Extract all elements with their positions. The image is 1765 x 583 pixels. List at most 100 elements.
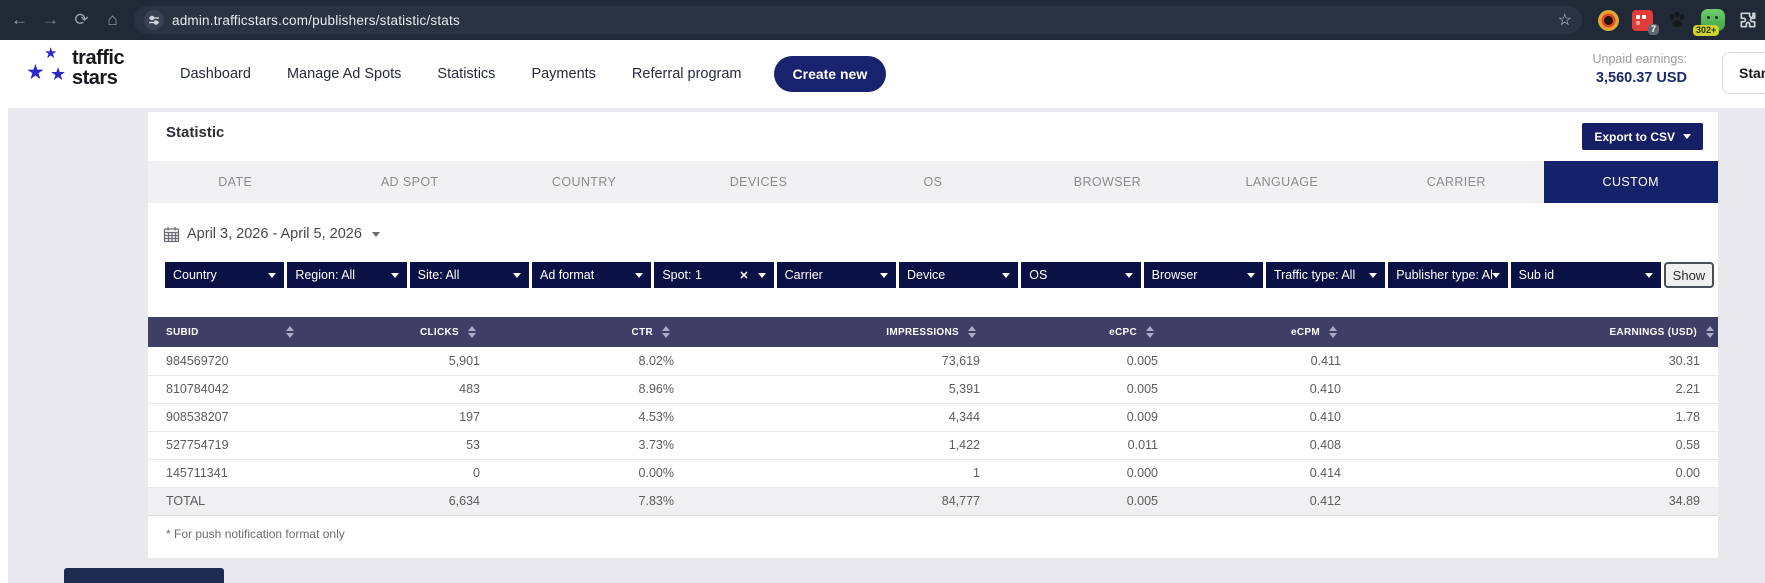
value-cell: 53 <box>298 431 480 459</box>
create-new-button[interactable]: Create new <box>774 56 887 92</box>
filter-label: Spot: 1 <box>662 268 739 282</box>
tab-date[interactable]: DATE <box>148 161 322 203</box>
chevron-down-icon <box>1645 273 1653 278</box>
tab-country[interactable]: COUNTRY <box>497 161 671 203</box>
extension-green-icon[interactable]: 302+ <box>1701 9 1725 31</box>
filter-device[interactable]: Device <box>899 262 1018 288</box>
value-cell: 0.00 <box>1341 459 1718 487</box>
filter-browser[interactable]: Browser <box>1144 262 1263 288</box>
column-header-impressions[interactable]: IMPRESSIONS <box>674 317 980 347</box>
partial-bottom-bar <box>64 568 224 583</box>
tab-carrier[interactable]: CARRIER <box>1369 161 1543 203</box>
home-icon[interactable]: ⌂ <box>97 5 128 36</box>
nav-item-dashboard[interactable]: Dashboard <box>180 66 251 82</box>
tab-language[interactable]: LANGUAGE <box>1195 161 1369 203</box>
total-value-cell: 0.412 <box>1158 487 1341 515</box>
chevron-down-icon <box>1002 273 1010 278</box>
chevron-down-icon <box>513 273 521 278</box>
subid-cell: 527754719 <box>148 431 298 459</box>
table-body: 9845697205,9018.02%73,6190.0050.41130.31… <box>148 347 1718 515</box>
site-settings-icon[interactable] <box>144 10 164 30</box>
clear-filter-icon[interactable]: ✕ <box>739 269 748 282</box>
extension-paw-icon[interactable] <box>1666 9 1688 31</box>
tab-devices[interactable]: DEVICES <box>671 161 845 203</box>
date-range-picker[interactable]: April 3, 2026 - April 5, 2026 <box>163 220 380 248</box>
back-icon[interactable]: ← <box>4 5 35 36</box>
value-cell: 0.000 <box>980 459 1158 487</box>
table-row: 527754719533.73%1,4220.0110.4080.58 <box>148 431 1718 459</box>
tab-ad-spot[interactable]: AD SPOT <box>322 161 496 203</box>
tab-os[interactable]: OS <box>846 161 1020 203</box>
sort-arrows-icon[interactable] <box>1146 326 1154 338</box>
tab-browser[interactable]: BROWSER <box>1020 161 1194 203</box>
export-csv-button[interactable]: Export to CSV <box>1582 123 1703 150</box>
unpaid-earnings: Unpaid earnings: 3,560.37 USD <box>1592 52 1687 86</box>
filter-ad-format[interactable]: Ad format <box>532 262 651 288</box>
filter-country[interactable]: Country <box>165 262 284 288</box>
value-cell: 3.73% <box>480 431 674 459</box>
filter-label: Carrier <box>785 268 880 282</box>
value-cell: 0.011 <box>980 431 1158 459</box>
value-cell: 197 <box>298 403 480 431</box>
filter-os[interactable]: OS <box>1021 262 1140 288</box>
nav-item-payments[interactable]: Payments <box>531 66 595 82</box>
total-value-cell: 34.89 <box>1341 487 1718 515</box>
total-value-cell: 7.83% <box>480 487 674 515</box>
value-cell: 5,391 <box>674 375 980 403</box>
sort-arrows-icon[interactable] <box>1706 326 1714 338</box>
user-menu-button[interactable]: Stanis <box>1722 52 1765 94</box>
column-header-ecpm[interactable]: eCPM <box>1158 317 1341 347</box>
column-header-earnings-usd[interactable]: EARNINGS (USD) <box>1341 317 1718 347</box>
value-cell: 2.21 <box>1341 375 1718 403</box>
value-cell: 0.005 <box>980 375 1158 403</box>
nav-item-statistics[interactable]: Statistics <box>437 66 495 82</box>
logo-star-icon: ★ <box>26 62 45 83</box>
value-cell: 483 <box>298 375 480 403</box>
sort-arrows-icon[interactable] <box>468 326 476 338</box>
sort-arrows-icon[interactable] <box>662 326 670 338</box>
show-button[interactable]: Show <box>1664 262 1714 288</box>
url-text: admin.trafficstars.com/publishers/statis… <box>172 13 460 28</box>
column-header-clicks[interactable]: CLICKS <box>298 317 480 347</box>
column-header-ctr[interactable]: CTR <box>480 317 674 347</box>
filter-publisher-type-all[interactable]: Publisher type: All <box>1388 262 1507 288</box>
refresh-icon[interactable]: ⟳ <box>66 5 97 36</box>
url-bar[interactable]: admin.trafficstars.com/publishers/statis… <box>134 6 1582 34</box>
filter-label: Browser <box>1152 268 1247 282</box>
column-header-subid[interactable]: SUBID <box>148 317 298 347</box>
extension-eye-icon[interactable] <box>1598 10 1619 31</box>
value-cell: 0.411 <box>1158 347 1341 375</box>
filter-sub-id[interactable]: Sub id <box>1511 262 1661 288</box>
value-cell: 0.408 <box>1158 431 1341 459</box>
column-label: IMPRESSIONS <box>886 327 959 338</box>
filter-spot-1[interactable]: Spot: 1✕ <box>654 262 773 288</box>
filter-traffic-type-all[interactable]: Traffic type: All <box>1266 262 1385 288</box>
filter-carrier[interactable]: Carrier <box>777 262 896 288</box>
filter-label: Country <box>173 268 268 282</box>
bookmark-star-icon[interactable]: ☆ <box>1558 10 1572 30</box>
tab-custom[interactable]: CUSTOM <box>1544 161 1718 203</box>
nav-item-referral-program[interactable]: Referral program <box>632 66 742 82</box>
unpaid-earnings-label: Unpaid earnings: <box>1592 52 1687 66</box>
filter-label: Traffic type: All <box>1274 268 1369 282</box>
total-value-cell: 84,777 <box>674 487 980 515</box>
filter-region-all[interactable]: Region: All <box>287 262 406 288</box>
nav-item-manage-ad-spots[interactable]: Manage Ad Spots <box>287 66 401 82</box>
extension-badge-count: 302+ <box>1693 25 1719 36</box>
sort-arrows-icon[interactable] <box>1329 326 1337 338</box>
filter-site-all[interactable]: Site: All <box>410 262 529 288</box>
value-cell: 0 <box>298 459 480 487</box>
extension-red-icon[interactable]: 7 <box>1632 10 1653 31</box>
sort-arrows-icon[interactable] <box>968 326 976 338</box>
chevron-down-icon <box>1247 273 1255 278</box>
chevron-down-icon <box>1125 273 1133 278</box>
extensions-puzzle-icon[interactable] <box>1738 10 1758 30</box>
page-title: Statistic <box>166 124 224 141</box>
forward-icon[interactable]: → <box>35 5 66 36</box>
sort-arrows-icon[interactable] <box>286 326 294 338</box>
value-cell: 0.410 <box>1158 375 1341 403</box>
column-header-ecpc[interactable]: eCPC <box>980 317 1158 347</box>
total-label-cell: TOTAL <box>148 487 298 515</box>
value-cell: 30.31 <box>1341 347 1718 375</box>
trafficstars-logo[interactable]: ★ ★ ★ traffic stars <box>14 44 154 104</box>
